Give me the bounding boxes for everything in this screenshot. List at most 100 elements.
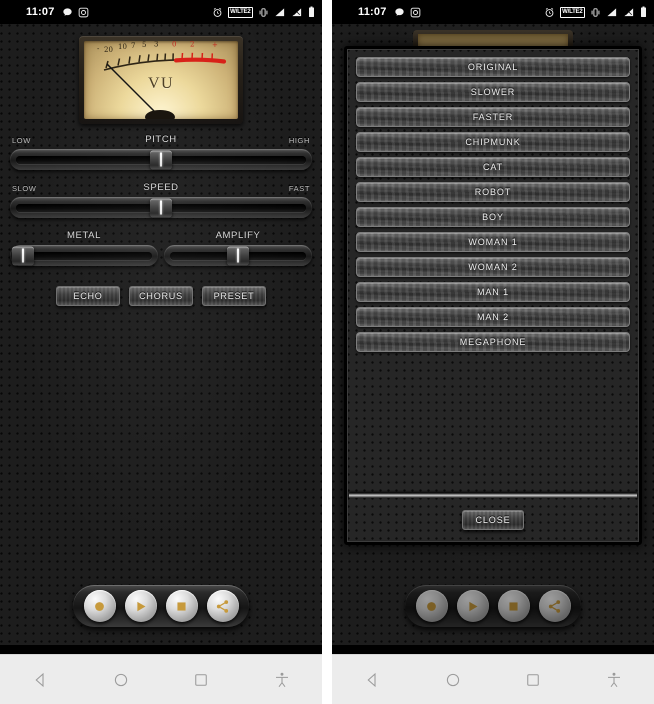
home-circle-icon[interactable] [444,671,462,689]
preset-item-chipmunk[interactable]: CHIPMUNK [356,132,630,152]
dialog-footer: CLOSE [347,498,639,542]
amplify-slider[interactable] [164,245,312,266]
preset-item-boy[interactable]: BOY [356,207,630,227]
back-triangle-icon[interactable] [363,671,381,689]
camera-icon [410,7,420,17]
echo-button[interactable]: ECHO [56,286,120,306]
phone-screen-main: 11:07 W/LTE2 - 20 10 7 5 3 0 2 + VU LOW … [0,0,322,704]
app-content-main: - 20 10 7 5 3 0 2 + VU LOW PITCH HIGH SL… [0,24,322,645]
preset-button[interactable]: PRESET [202,286,266,306]
share-button[interactable] [206,590,239,622]
preset-item-robot[interactable]: ROBOT [356,182,630,202]
camera-icon [78,7,88,17]
preset-item-faster[interactable]: FASTER [356,107,630,127]
recents-square-icon[interactable] [524,671,542,689]
accessibility-icon[interactable] [273,671,291,689]
preset-dialog: ORIGINAL SLOWER FASTER CHIPMUNK CAT ROBO… [344,46,642,545]
share-icon [548,599,561,613]
accessibility-icon[interactable] [605,671,623,689]
speed-slider-track [16,198,306,217]
message-icon [62,7,72,16]
close-button[interactable]: CLOSE [462,510,524,530]
svg-text:10: 10 [118,43,127,51]
svg-text:20: 20 [104,46,113,54]
slider-group-metal: METAL [10,230,158,266]
amplify-title: AMPLIFY [215,230,261,241]
home-circle-icon[interactable] [112,671,130,689]
speed-left-label: SLOW [12,184,37,193]
status-bar-presets: 11:07 W/LTE2 [332,0,654,24]
slider-labels-speed: SLOW SPEED FAST [10,182,312,195]
nav-gap-main [0,645,322,654]
back-triangle-icon[interactable] [31,671,49,689]
alarm-icon [545,7,554,17]
alarm-icon [213,7,222,17]
stop-icon [177,601,186,611]
preset-list[interactable]: ORIGINAL SLOWER FASTER CHIPMUNK CAT ROBO… [347,49,639,493]
play-button[interactable] [124,590,157,622]
play-button-bg[interactable] [456,590,489,622]
recents-square-icon[interactable] [192,671,210,689]
vibrate-icon [591,7,600,17]
vu-meter-face: - 20 10 7 5 3 0 2 + VU [84,41,238,119]
play-icon [469,601,478,611]
status-bar: 11:07 W/LTE2 [0,0,322,24]
signal-2-icon [292,7,302,16]
preset-item-woman-1[interactable]: WOMAN 1 [356,232,630,252]
pitch-slider[interactable] [10,149,312,170]
record-button[interactable] [83,590,116,622]
stop-button[interactable] [165,590,198,622]
speed-title: SPEED [143,182,179,193]
svg-text:2: 2 [190,41,194,48]
slider-group-amplify: AMPLIFY [164,230,312,266]
slider-group-pitch: LOW PITCH HIGH [10,134,312,170]
preset-item-man-1[interactable]: MAN 1 [356,282,630,302]
pitch-slider-thumb[interactable] [150,150,172,169]
metal-slider-track [11,246,152,265]
status-bar-clock-presets: 11:07 [358,6,387,18]
preset-item-cat[interactable]: CAT [356,157,630,177]
speed-slider[interactable] [10,197,312,218]
record-button-bg[interactable] [415,590,448,622]
svg-text:7: 7 [131,42,135,50]
share-button-bg[interactable] [538,590,571,622]
nav-gap-presets [332,645,654,654]
stop-button-bg[interactable] [497,590,530,622]
svg-text:3: 3 [154,41,158,49]
metal-slider[interactable] [10,245,158,266]
preset-item-original[interactable]: ORIGINAL [356,57,630,77]
svg-text:-: - [97,45,100,53]
share-icon [216,599,229,613]
status-bar-right-icons-presets: W/LTE2 [544,6,647,18]
preset-item-megaphone[interactable]: MEGAPHONE [356,332,630,352]
svg-text:+: + [212,41,218,49]
transport-bar-background [405,585,581,627]
slider-labels-pitch: LOW PITCH HIGH [10,134,312,147]
amplify-slider-thumb[interactable] [227,246,249,265]
phone-screen-presets: 11:07 W/LTE2 ORIGINAL SLOWER FASTER CHIP… [332,0,654,704]
pitch-left-label: LOW [12,136,31,145]
battery-icon [309,6,314,17]
preset-item-slower[interactable]: SLOWER [356,82,630,102]
android-nav-bar-presets [332,654,654,704]
vu-meter-label: VU [147,75,175,93]
speed-slider-thumb[interactable] [150,198,172,217]
play-icon [137,601,146,611]
slider-labels-metal: METAL [10,230,158,243]
record-icon [95,601,104,611]
network-badge: W/LTE2 [559,6,585,18]
chorus-button[interactable]: CHORUS [129,286,193,306]
amplify-slider-track [170,246,306,265]
preset-item-woman-2[interactable]: WOMAN 2 [356,257,630,277]
network-badge: W/LTE2 [227,6,253,18]
pitch-right-label: HIGH [288,136,310,145]
message-icon [394,7,404,16]
transport-bar [73,585,249,627]
status-bar-left-icons [62,7,89,18]
screenshot-root: 11:07 W/LTE2 - 20 10 7 5 3 0 2 + VU LOW … [0,0,654,704]
signal-icon [275,7,285,16]
preset-item-man-2[interactable]: MAN 2 [356,307,630,327]
metal-slider-thumb[interactable] [11,246,34,265]
android-nav-bar-main [0,654,322,704]
slider-labels-amplify: AMPLIFY [164,230,312,243]
